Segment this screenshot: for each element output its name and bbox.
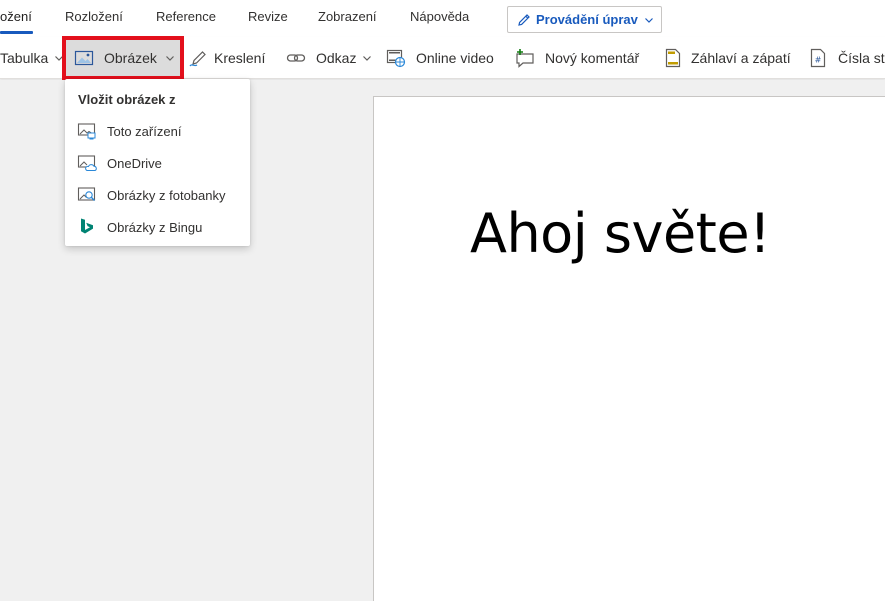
image-icon [74,50,94,66]
stock-image-icon [77,187,96,201]
online-video-button[interactable]: Online video [386,37,494,79]
new-comment-icon [516,49,534,68]
header-footer-label: Záhlaví a zápatí [691,50,791,66]
online-video-icon [386,49,406,68]
ribbon-tab-bar: ožení Rozložení Reference Revize Zobraze… [0,0,885,37]
menu-header: Vložit obrázek z [78,92,176,107]
ribbon-toolbar: Tabulka Obrázek Kreslení Odkaz Online vi… [0,36,885,80]
chevron-down-icon [363,56,372,61]
tab-view[interactable]: Zobrazení [318,9,377,24]
editing-mode-button[interactable]: Provádění úprav [507,6,662,33]
pencil-icon [518,13,530,26]
menu-item-this-device[interactable]: Toto zařízení [65,115,250,147]
tab-references[interactable]: Reference [156,9,216,24]
link-button[interactable]: Odkaz [286,37,372,79]
menu-item-stock-images[interactable]: Obrázky z fotobanky [65,179,250,211]
header-footer-icon [665,48,681,68]
draw-label: Kreslení [214,50,266,66]
chevron-down-icon [55,56,64,61]
menu-item-onedrive[interactable]: OneDrive [65,147,250,179]
menu-item-label: OneDrive [107,155,162,171]
document-text[interactable]: Ahoj světe! [470,202,771,265]
active-tab-indicator [0,31,33,34]
device-image-icon [77,123,96,140]
bing-icon [81,218,93,234]
picture-button[interactable]: Obrázek [62,36,184,80]
chevron-down-icon [165,56,174,61]
editing-mode-label: Provádění úprav [536,12,638,27]
tab-layout[interactable]: Rozložení [65,9,123,24]
menu-item-label: Obrázky z Bingu [107,219,203,235]
chevron-down-icon [644,17,653,23]
menu-item-bing-images[interactable]: Obrázky z Bingu [65,211,250,243]
tab-review[interactable]: Revize [248,9,288,24]
link-label: Odkaz [316,50,357,66]
new-comment-button[interactable]: Nový komentář [515,37,639,79]
page-numbers-label: Čísla str [838,50,885,66]
tab-insert[interactable]: ožení [0,9,32,24]
onedrive-image-icon [77,155,97,171]
table-label: Tabulka [0,50,49,66]
tab-help[interactable]: Nápověda [410,9,469,24]
table-button[interactable]: Tabulka [0,37,64,79]
page-number-icon: # [810,48,826,68]
draw-button[interactable]: Kreslení [188,37,265,79]
menu-item-label: Toto zařízení [107,123,182,139]
page-numbers-button[interactable]: # Čísla str [810,37,885,79]
picture-label: Obrázek [104,50,157,66]
header-footer-button[interactable]: Záhlaví a zápatí [665,37,791,79]
link-icon [286,54,306,62]
document-page[interactable]: Ahoj světe! [373,96,885,601]
new-comment-label: Nový komentář [545,50,640,66]
online-video-label: Online video [416,50,494,66]
draw-icon [189,51,206,67]
insert-picture-menu: Vložit obrázek z Toto zařízení OneDrive … [65,79,250,246]
menu-item-label: Obrázky z fotobanky [107,187,226,203]
svg-text:#: # [815,56,822,65]
